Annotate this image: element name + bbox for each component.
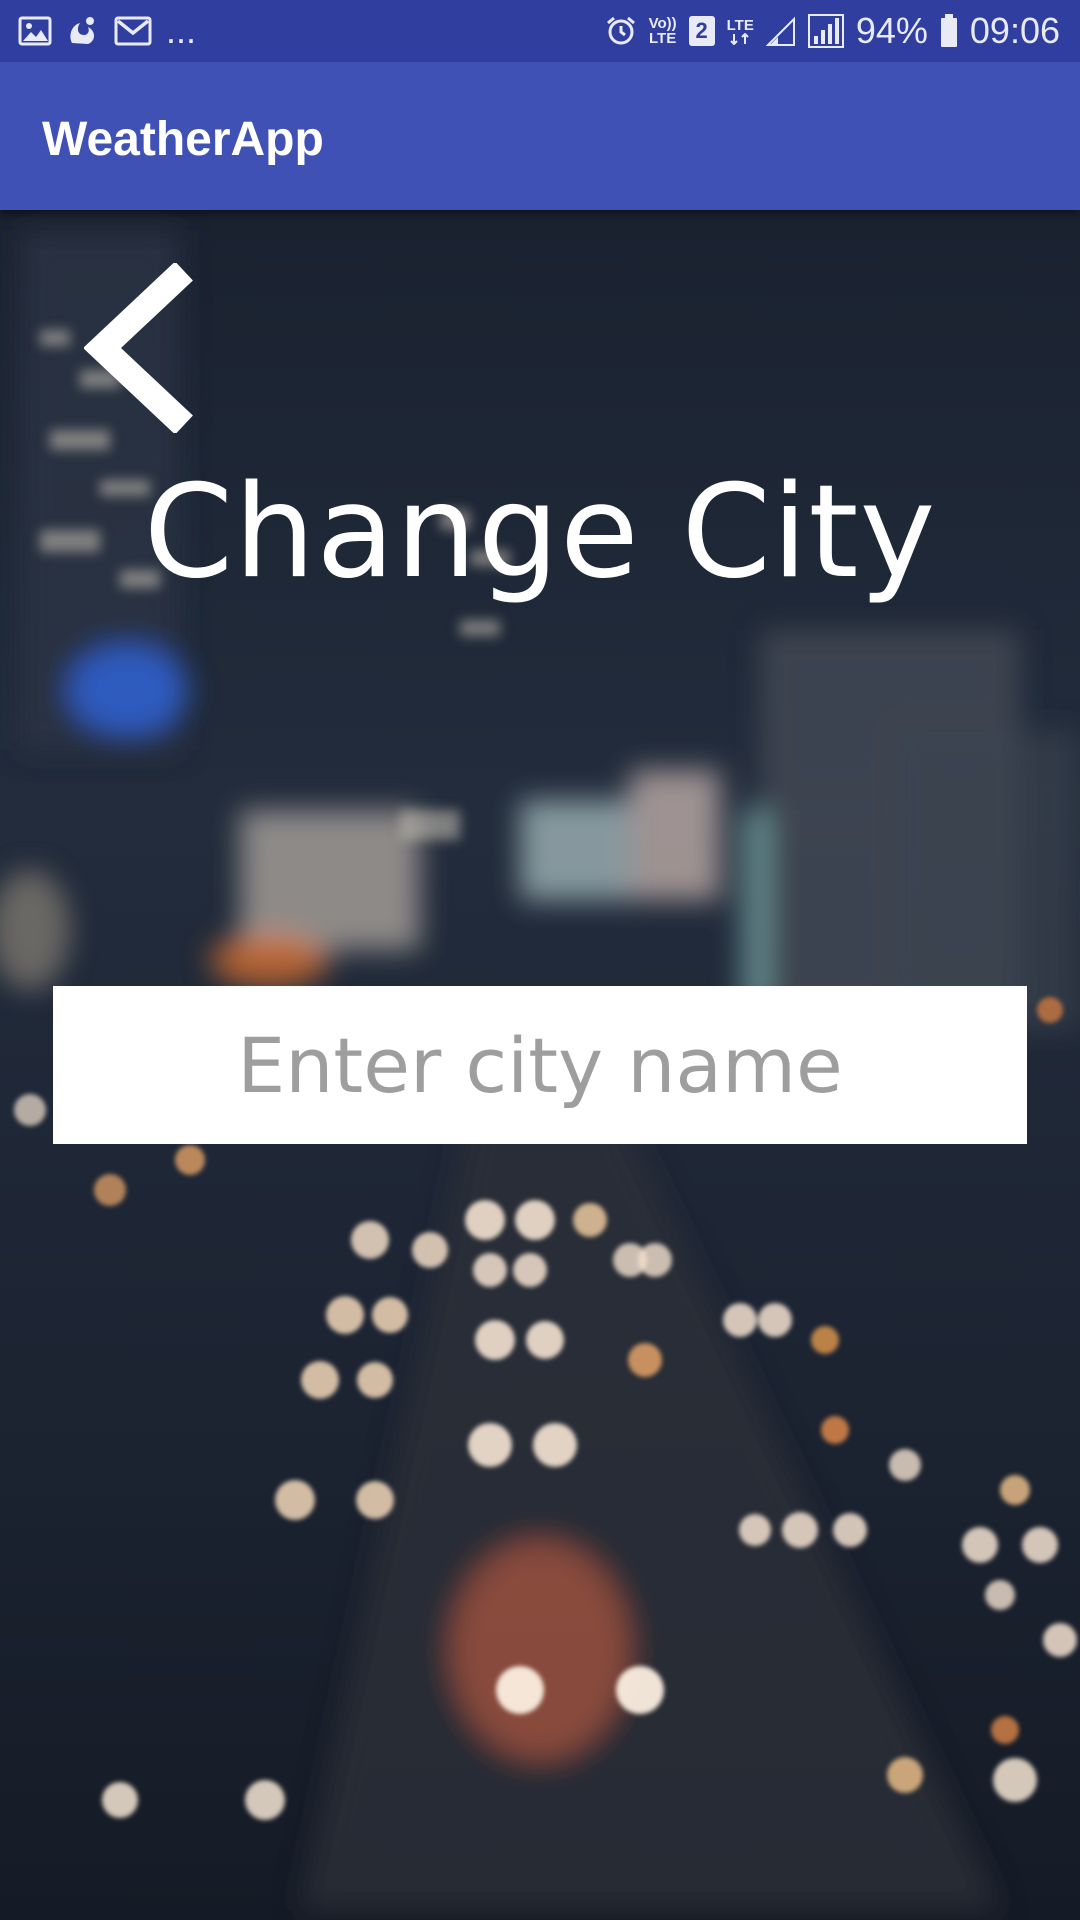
lte-data-indicator: LTE: [727, 18, 754, 45]
battery-percent: 94%: [855, 10, 928, 51]
app-bar: WeatherApp: [0, 62, 1080, 210]
change-city-screen: ... Vo)) LTE 2 LTE 94% 09:06 WeatherApp …: [0, 0, 1080, 1920]
battery-icon: [940, 14, 958, 48]
gmail-icon: [114, 16, 152, 46]
sim-slot-badge: 2: [688, 16, 715, 46]
uc-browser-icon: [66, 15, 100, 47]
alarm-icon: [605, 15, 637, 47]
app-title: WeatherApp: [42, 112, 324, 166]
more-notifications-indicator: ...: [166, 10, 197, 51]
signal-weak-icon: [765, 15, 796, 47]
volte-indicator: Vo)) LTE: [648, 15, 677, 47]
city-name-input[interactable]: [53, 986, 1027, 1144]
status-bar: ... Vo)) LTE 2 LTE 94% 09:06: [0, 0, 1080, 62]
signal-strong-icon: [807, 14, 844, 48]
clock: 09:06: [969, 10, 1060, 51]
back-button[interactable]: [74, 258, 204, 438]
page-title: Change City: [143, 458, 937, 607]
data-arrows-icon: [730, 32, 749, 45]
status-bar-notifications: ...: [18, 0, 196, 62]
status-bar-system: Vo)) LTE 2 LTE 94% 09:06: [605, 0, 1060, 62]
chevron-left-icon: [84, 263, 193, 433]
image-icon: [18, 16, 52, 46]
